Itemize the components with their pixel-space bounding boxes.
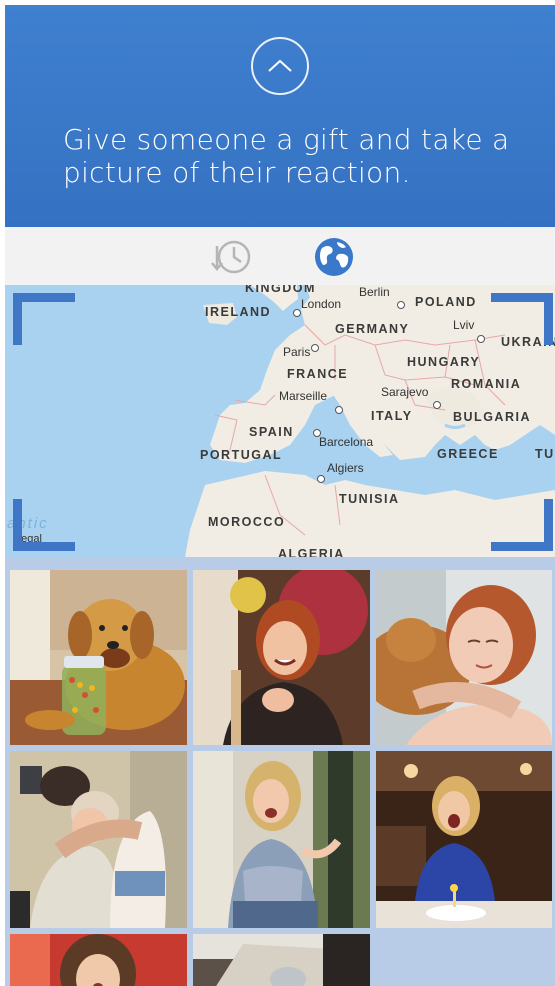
photo-tile-birthday[interactable] (376, 751, 552, 928)
map-label: ITALY (371, 409, 413, 423)
map-label: GERMANY (335, 322, 410, 336)
map-label: PORTUGAL (200, 448, 283, 462)
city-label: Lviv (453, 318, 475, 332)
city-label: Paris (283, 345, 311, 359)
city-label: Marseille (279, 389, 328, 403)
tagline: Give someone a gift and take a picture o… (63, 123, 510, 189)
photo-tile-kitten-box[interactable] (193, 934, 370, 986)
photo-tile-hug[interactable] (10, 751, 187, 928)
city-marker (335, 402, 343, 416)
viewfinder-corner (491, 293, 553, 345)
photo-grid (5, 565, 555, 986)
map-label: KINGDOM (245, 285, 316, 295)
city-label: Sarajevo (381, 385, 429, 399)
city-marker (317, 471, 325, 485)
collapse-button[interactable] (251, 37, 309, 95)
city-label: Barcelona (319, 435, 374, 449)
globe-icon (315, 238, 353, 276)
map-label: ROMANIA (451, 377, 522, 391)
viewfinder-corner (491, 499, 553, 551)
photo-tile-dog[interactable] (10, 570, 187, 745)
photo-tile-cat-hug[interactable] (376, 570, 552, 745)
city-marker (397, 297, 405, 311)
chevron-up-icon (268, 59, 292, 72)
photo-tile-excited-girl[interactable] (193, 751, 370, 928)
city-label: Algiers (327, 461, 364, 475)
viewfinder-corner (13, 293, 75, 345)
app-frame: Give someone a gift and take a picture o… (5, 5, 555, 986)
city-label: Berlin (359, 285, 390, 299)
history-clock-icon (211, 240, 251, 274)
map-label: POLAND (415, 295, 477, 309)
city-marker (477, 331, 485, 345)
map-view[interactable]: antic KINGDOM IRELAND POLAND GERMANY UKR… (5, 285, 555, 557)
header: Give someone a gift and take a picture o… (5, 5, 555, 227)
map-label: IRELAND (205, 305, 272, 319)
map-label: GREECE (437, 447, 499, 461)
toolbar (5, 227, 555, 285)
history-button[interactable] (210, 236, 252, 278)
map-label: TU (535, 447, 555, 461)
photo-tile-surprised-girl[interactable] (10, 934, 187, 986)
city-marker (433, 397, 441, 411)
city-marker (293, 305, 301, 319)
map-label: FRANCE (287, 367, 349, 381)
city-marker (311, 340, 319, 354)
map-label: BULGARIA (453, 410, 531, 424)
map-button[interactable] (313, 236, 355, 278)
city-label: London (301, 297, 342, 311)
map-label: HUNGARY (407, 355, 481, 369)
map-label: MOROCCO (208, 515, 286, 529)
map-label: ALGERIA (278, 547, 345, 557)
map-label: SPAIN (249, 425, 294, 439)
map-label: TUNISIA (339, 492, 400, 506)
photo-tile-woman-laughing[interactable] (193, 570, 370, 745)
viewfinder-corner (13, 499, 75, 551)
